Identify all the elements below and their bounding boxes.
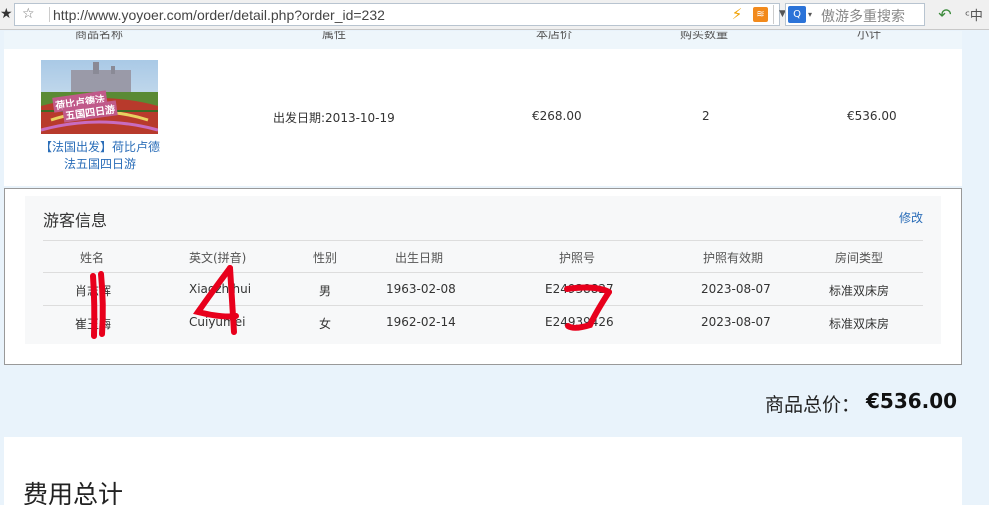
- product-name-link[interactable]: 【法国出发】荷比卢德法五国四日游: [40, 139, 160, 173]
- product-attribute: 出发日期:2013-10-19: [273, 111, 395, 125]
- search-engine-icon[interactable]: Q: [788, 6, 806, 23]
- traveller-birth: 1963-02-08: [386, 282, 456, 296]
- favorite-star-icon[interactable]: ☆: [22, 6, 35, 22]
- url-separator: [49, 7, 50, 22]
- divider: [43, 240, 923, 241]
- traveller-name: 崔玉梅: [75, 317, 112, 331]
- traveller-expiry: 2023-08-07: [701, 315, 771, 329]
- rss-icon[interactable]: ≋: [753, 7, 768, 22]
- col-subtotal: 小计: [857, 31, 882, 41]
- product-price: €268.00: [532, 109, 582, 123]
- product-subtotal: €536.00: [847, 109, 897, 123]
- bolt-icon[interactable]: ⚡: [727, 5, 747, 24]
- divider: [43, 305, 923, 306]
- col-attribute: 属性: [322, 31, 347, 41]
- undo-icon[interactable]: ↶: [935, 5, 955, 25]
- page-margin: [963, 31, 989, 505]
- url-field[interactable]: ☆ http://www.yoyoer.com/order/detail.php…: [14, 3, 786, 26]
- traveller-room: 标准双床房: [829, 284, 890, 298]
- product-quantity: 2: [702, 109, 710, 123]
- th-pinyin: 英文(拼音): [189, 251, 247, 265]
- traveller-title: 游客信息: [43, 211, 108, 230]
- search-field[interactable]: Q ▾ 傲游多重搜索: [785, 3, 925, 26]
- traveller-expiry: 2023-08-07: [701, 282, 771, 296]
- total-label: 商品总价：: [765, 394, 861, 416]
- bookmark-star-icon[interactable]: ★: [0, 6, 13, 22]
- total-value: €536.00: [866, 389, 958, 413]
- traveller-panel: [25, 196, 941, 344]
- fee-card: [4, 437, 962, 505]
- traveller-passport: E24939426: [545, 315, 614, 329]
- th-room: 房间类型: [835, 251, 884, 265]
- browser-address-bar: ★ ☆ http://www.yoyoer.com/order/detail.p…: [0, 0, 989, 30]
- traveller-passport: E24938827: [545, 282, 614, 296]
- traveller-name: 肖志辉: [75, 284, 112, 298]
- col-price: 本店价: [536, 31, 573, 41]
- col-quantity: 购买数量: [680, 31, 729, 41]
- th-name: 姓名: [80, 251, 105, 265]
- fee-title: 费用总计: [23, 480, 124, 505]
- search-engine-dropdown-icon[interactable]: ▾: [808, 6, 812, 23]
- edit-travellers-link[interactable]: 修改: [899, 209, 923, 226]
- search-placeholder[interactable]: 傲游多重搜索: [821, 6, 905, 26]
- product-thumbnail[interactable]: 荷比卢德法 五国四日游: [41, 60, 158, 134]
- traveller-birth: 1962-02-14: [386, 315, 456, 329]
- url-text[interactable]: http://www.yoyoer.com/order/detail.php?o…: [53, 7, 385, 23]
- product-table-header: 商品名称 属性 本店价 购买数量 小计: [4, 31, 962, 49]
- col-product-name: 商品名称: [75, 31, 124, 41]
- traveller-gender: 女: [319, 317, 332, 331]
- traveller-gender: 男: [319, 284, 332, 298]
- th-passport: 护照号: [559, 251, 596, 265]
- th-expiry: 护照有效期: [703, 251, 764, 265]
- traveller-pinyin: Cuiyumei: [189, 315, 246, 329]
- th-gender: 性别: [313, 251, 338, 265]
- divider: [43, 272, 923, 273]
- traveller-pinyin: Xiaozhihui: [189, 282, 252, 296]
- th-birth: 出生日期: [395, 251, 444, 265]
- traveller-room: 标准双床房: [829, 317, 890, 331]
- translate-icon[interactable]: ᶜ中: [963, 5, 985, 25]
